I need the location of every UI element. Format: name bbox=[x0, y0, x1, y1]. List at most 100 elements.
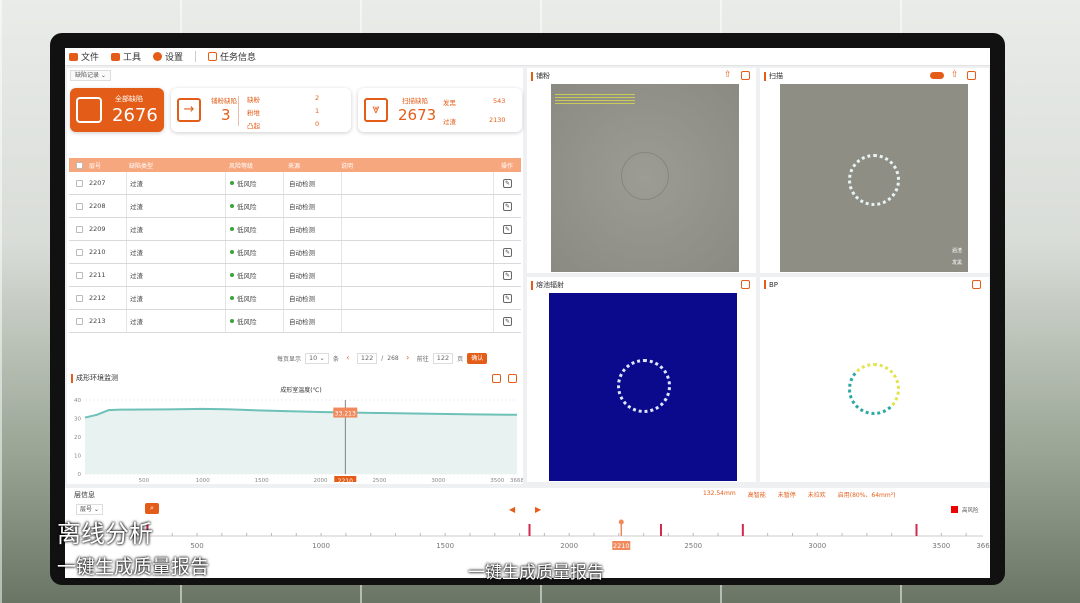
menu-divider bbox=[195, 51, 197, 62]
row-note bbox=[341, 172, 493, 194]
row-checkbox[interactable] bbox=[75, 179, 83, 187]
row-layer: 2212 bbox=[89, 294, 106, 302]
goto-page-input[interactable]: 122 bbox=[432, 352, 454, 364]
menu-task-info[interactable]: 任务信息 bbox=[208, 50, 256, 63]
layer-info-item: 未暂停 bbox=[777, 492, 796, 499]
expand-icon[interactable] bbox=[967, 71, 976, 80]
edit-icon[interactable]: ✎ bbox=[503, 247, 512, 257]
x-tick-label: 3500 bbox=[490, 478, 504, 482]
menu-tools[interactable]: 工具 bbox=[111, 50, 141, 63]
view-title: BP bbox=[764, 280, 778, 289]
col-risk: 风险等级 bbox=[229, 162, 254, 170]
scan-defects-card[interactable]: ⩔ 扫描缺陷 2673 发黑 543 过渣 2130 bbox=[358, 88, 522, 132]
edit-icon[interactable]: ✎ bbox=[503, 293, 512, 303]
col-action: 操作 bbox=[500, 162, 513, 170]
total-defects-card[interactable]: 全部缺陷 2676 bbox=[70, 88, 164, 132]
view-title: 铺粉 bbox=[531, 71, 550, 81]
row-checkbox[interactable] bbox=[75, 271, 83, 279]
x-tick-label: 1500 bbox=[436, 542, 454, 550]
page-size-select[interactable]: 10 ⌄ bbox=[305, 352, 329, 364]
menu-bar: 文件 工具 设置 任务信息 bbox=[65, 48, 990, 66]
risk-dot bbox=[230, 204, 234, 208]
scan-item-value: 543 bbox=[493, 97, 506, 105]
row-checkbox[interactable] bbox=[75, 294, 83, 302]
edit-icon[interactable]: ✎ bbox=[503, 178, 512, 188]
confirm-button[interactable]: 确认 bbox=[467, 352, 488, 364]
powder-item-label: 缺粉 bbox=[247, 96, 260, 104]
table-row[interactable]: 2209 过渣 低风险 自动检测 ✎ bbox=[69, 218, 521, 241]
next-page-button[interactable]: › bbox=[403, 353, 413, 364]
temperature-chart: 成形室温度(℃) 0 10 20 30 40 500 1000 1500 2000 2500 3000… bbox=[74, 386, 523, 482]
chart-title: 成形室温度(℃) bbox=[280, 386, 321, 394]
image-views: 铺粉 ⇧ 扫描 ⇧ 過渣 发黑 熔池辐射 BP bbox=[527, 68, 990, 484]
select-all-checkbox[interactable] bbox=[75, 161, 83, 169]
col-layer: 层号 bbox=[89, 162, 102, 170]
powder-defects-card[interactable]: → 铺粉缺陷 3 缺粉 2 粉堆 1 凸起 0 bbox=[171, 88, 351, 132]
edit-icon[interactable]: ✎ bbox=[503, 270, 512, 280]
powder-item-label: 粉堆 bbox=[247, 109, 260, 117]
expand-icon[interactable] bbox=[972, 280, 981, 289]
row-risk: 低风险 bbox=[237, 272, 257, 280]
layer-info-item: 高智能 bbox=[747, 492, 766, 499]
legend-swatch bbox=[951, 506, 958, 513]
card-divider bbox=[238, 96, 239, 126]
powder-ring bbox=[621, 152, 669, 200]
next-layer-button[interactable]: ▶ bbox=[535, 505, 541, 514]
table-row[interactable]: 2212 过渣 低风险 自动检测 ✎ bbox=[69, 287, 521, 310]
scan-value: 2673 bbox=[398, 106, 437, 124]
caption-subtitle: 一键生成质量报告 bbox=[57, 556, 210, 578]
risk-dot bbox=[230, 296, 234, 300]
prev-page-button[interactable]: ‹ bbox=[343, 353, 353, 364]
row-checkbox[interactable] bbox=[75, 248, 83, 256]
col-note: 说明 bbox=[341, 162, 354, 170]
x-tick-label: 2000 bbox=[314, 478, 328, 482]
risk-dot bbox=[230, 181, 234, 185]
table-row[interactable]: 2213 过渣 低风险 自动检测 ✎ bbox=[69, 310, 521, 333]
search-icon[interactable]: ⌕ bbox=[145, 503, 159, 514]
edit-icon[interactable]: ✎ bbox=[503, 224, 512, 234]
table-row[interactable]: 2211 过渣 低风险 自动检测 ✎ bbox=[69, 264, 521, 287]
expand-icon[interactable] bbox=[741, 71, 750, 80]
caption-title: 离线分析 bbox=[57, 520, 153, 548]
edit-icon[interactable]: ✎ bbox=[503, 201, 512, 211]
risk-dot bbox=[230, 273, 234, 277]
upload-icon[interactable]: ⇧ bbox=[951, 71, 960, 80]
powder-value: 3 bbox=[221, 106, 231, 124]
menu-settings[interactable]: 设置 bbox=[153, 50, 183, 63]
cube-icon bbox=[76, 97, 102, 123]
bp-ring bbox=[848, 363, 900, 415]
menu-file[interactable]: 文件 bbox=[69, 50, 99, 63]
row-checkbox[interactable] bbox=[75, 225, 83, 233]
expand-icon[interactable] bbox=[741, 280, 750, 289]
row-checkbox[interactable] bbox=[75, 317, 83, 325]
row-checkbox[interactable] bbox=[75, 202, 83, 210]
row-source: 自动检测 bbox=[283, 172, 341, 194]
table-row[interactable]: 2208 过渣 低风险 自动检测 ✎ bbox=[69, 195, 521, 218]
defect-record-select[interactable]: 缺陷记录 ⌄ bbox=[70, 70, 111, 81]
view-bp: BP bbox=[760, 277, 989, 482]
row-note bbox=[341, 264, 493, 286]
legend-slag: 過渣 bbox=[951, 248, 962, 254]
layer-info-item: 启用(80%、64mm²) bbox=[837, 492, 896, 499]
prev-layer-button[interactable]: ◀ bbox=[509, 505, 515, 514]
total-pages: 268 bbox=[387, 354, 399, 362]
x-tick-label: 2500 bbox=[684, 542, 702, 550]
row-source: 自动检测 bbox=[283, 287, 341, 309]
melt-ring bbox=[617, 359, 671, 413]
row-layer: 2208 bbox=[89, 202, 106, 210]
x-tick-label: 3000 bbox=[808, 542, 826, 550]
y-tick-label: 30 bbox=[74, 417, 81, 423]
row-note bbox=[341, 310, 493, 332]
toolbox-icon bbox=[111, 52, 121, 61]
scan-image: 過渣 发黑 bbox=[780, 84, 968, 272]
overlay-toggle[interactable] bbox=[930, 72, 944, 79]
row-type: 过渣 bbox=[126, 218, 225, 240]
table-row[interactable]: 2210 过渣 低风险 自动检测 ✎ bbox=[69, 241, 521, 264]
row-source: 自动检测 bbox=[283, 264, 341, 286]
upload-icon[interactable]: ⇧ bbox=[724, 71, 733, 80]
layer-title: 层信息 bbox=[74, 491, 95, 499]
edit-icon[interactable]: ✎ bbox=[503, 316, 512, 326]
layer-info-item: 未拉欢 bbox=[807, 492, 826, 499]
x-tick-label: 3500 bbox=[932, 542, 950, 550]
table-row[interactable]: 2207 过渣 低风险 自动检测 ✎ bbox=[69, 172, 521, 195]
